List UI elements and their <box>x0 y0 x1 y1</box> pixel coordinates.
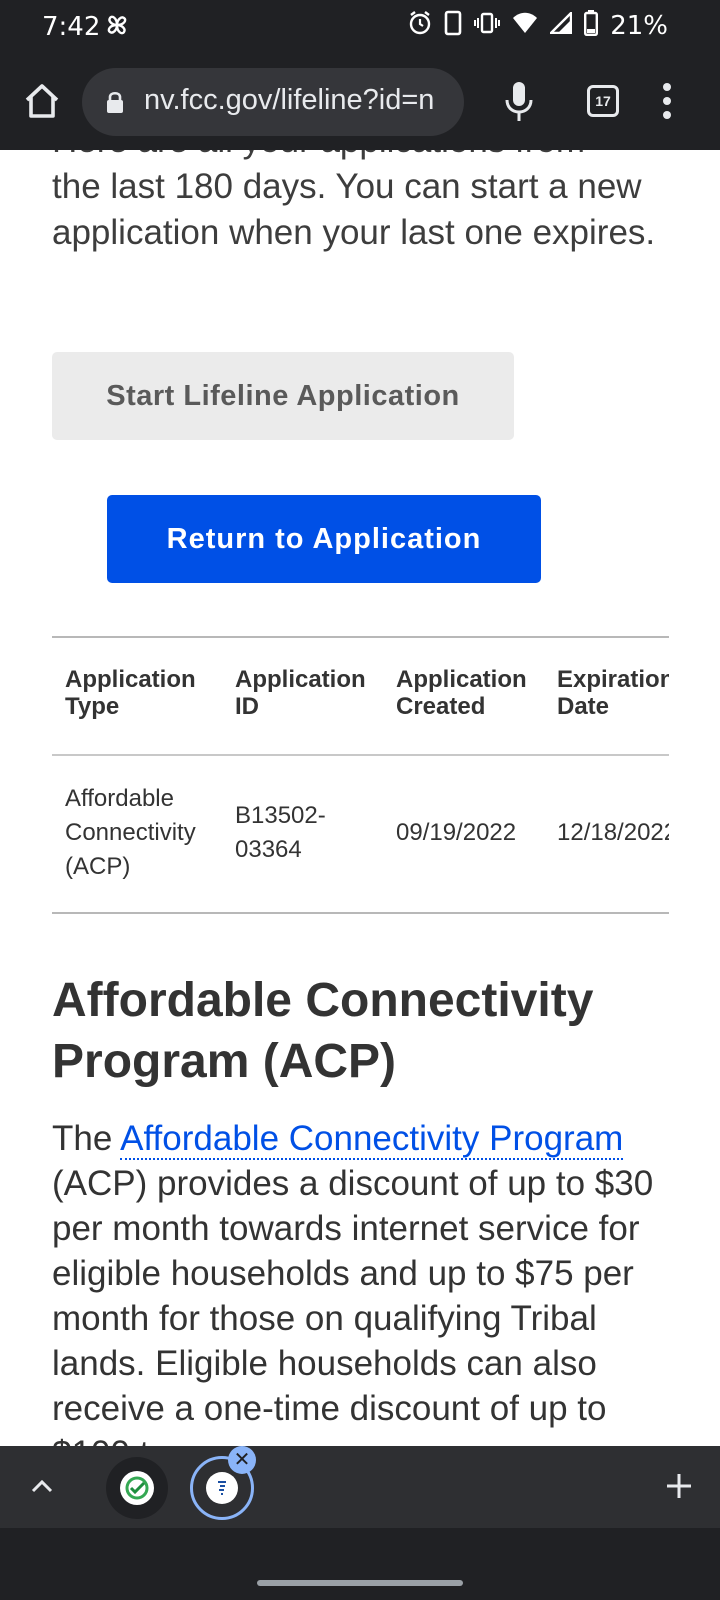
status-bar: 7:42 21% <box>0 0 720 56</box>
para-prefix: The <box>52 1119 121 1158</box>
home-gesture-handle[interactable] <box>257 1580 463 1586</box>
header-application-type: Application Type <box>65 666 196 720</box>
cell-application-type: Affordable Connectivity (ACP) <box>65 785 196 880</box>
url-text[interactable]: nv.fcc.gov/lifeline?id=n <box>144 84 434 117</box>
phone-icon <box>444 10 462 41</box>
para-rest: (ACP) provides a discount of up to $30 p… <box>52 1164 654 1446</box>
acp-link[interactable]: Affordable Connectivity Program <box>120 1119 624 1160</box>
header-application-id: Application ID <box>235 666 366 720</box>
fcc-favicon-icon <box>206 1472 238 1504</box>
page-content: Here are all your applications from the … <box>0 150 720 1446</box>
intro-partial-line: Here are all your applications from <box>52 150 672 164</box>
tab-group-bar: ✕ <box>0 1446 720 1528</box>
header-application-created: Application Created <box>396 666 527 720</box>
tab-switcher-button[interactable]: 17 <box>587 85 619 117</box>
microphone-icon[interactable] <box>504 80 534 122</box>
tab-thumbnail-1[interactable] <box>106 1457 168 1519</box>
status-time: 7:42 <box>42 12 101 42</box>
cell-application-id: B13502-03364 <box>235 802 326 863</box>
close-tab-icon[interactable]: ✕ <box>228 1446 256 1474</box>
acp-description: The Affordable Connectivity Program (ACP… <box>52 1116 682 1446</box>
status-icons: 21% <box>408 10 668 41</box>
section-heading: Affordable Connectivity Program (ACP) <box>52 974 594 1088</box>
home-icon[interactable] <box>22 81 62 121</box>
plus-icon[interactable] <box>664 1466 694 1506</box>
lock-icon[interactable] <box>106 90 124 114</box>
alarm-icon <box>408 10 432 41</box>
vibrate-icon <box>474 12 501 39</box>
chevron-up-icon[interactable] <box>28 1472 56 1500</box>
wifi-icon <box>512 12 538 39</box>
header-expiration-date: Expiration Date <box>557 666 669 720</box>
browser-toolbar: nv.fcc.gov/lifeline?id=n 17 <box>0 56 720 150</box>
applications-table[interactable]: Application Type Application ID Applicat… <box>52 636 669 914</box>
battery-percent: 21% <box>610 10 668 41</box>
signal-icon <box>548 10 573 39</box>
cell-application-created: 09/19/2022 <box>396 819 517 846</box>
check-icon <box>120 1471 154 1505</box>
cell-expiration-date: 12/18/2022 <box>557 819 669 846</box>
return-to-application-button[interactable]: Return to Application <box>107 495 541 583</box>
pinwheel-icon <box>104 12 130 45</box>
table-header: Application Type Application ID Applicat… <box>52 638 669 756</box>
more-menu-icon[interactable] <box>662 83 672 121</box>
battery-icon <box>584 10 599 41</box>
system-nav-bar <box>0 1528 720 1600</box>
intro-text: Here are all your applications from the … <box>52 150 672 256</box>
start-lifeline-application-button[interactable]: Start Lifeline Application <box>52 352 514 440</box>
intro-body: the last 180 days. You can start a new a… <box>52 167 656 252</box>
url-bar[interactable]: nv.fcc.gov/lifeline?id=n <box>82 68 464 136</box>
